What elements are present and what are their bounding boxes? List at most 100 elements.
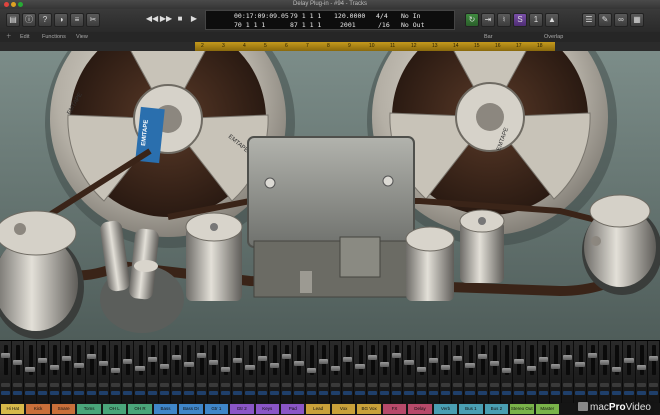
mute-solo-buttons[interactable] <box>575 383 585 387</box>
volume-fader-track[interactable] <box>162 345 167 375</box>
volume-fader-cap[interactable] <box>648 356 658 361</box>
mute-solo-buttons[interactable] <box>123 383 133 387</box>
track-name-label[interactable]: Gtr 1 <box>204 404 229 414</box>
track-name-label[interactable]: Kick <box>26 404 50 414</box>
track-name-label[interactable]: BG Vox <box>357 404 381 414</box>
mute-solo-buttons[interactable] <box>477 383 487 387</box>
volume-fader-cap[interactable] <box>441 365 451 370</box>
editors-button[interactable]: ✂ <box>86 13 100 27</box>
volume-fader-cap[interactable] <box>404 360 414 365</box>
mute-solo-buttons[interactable] <box>428 383 438 387</box>
play-button[interactable]: ▶ <box>187 12 201 26</box>
mute-solo-buttons[interactable] <box>563 383 573 387</box>
output-slot[interactable] <box>147 391 157 395</box>
volume-fader-cap[interactable] <box>98 361 108 366</box>
mute-solo-buttons[interactable] <box>159 383 170 387</box>
volume-fader-cap[interactable] <box>453 356 463 361</box>
track-name-label[interactable]: FX <box>382 404 407 414</box>
drag-menu[interactable]: Overlap <box>544 32 563 42</box>
mute-solo-buttons[interactable] <box>489 383 500 387</box>
output-slot[interactable] <box>282 391 292 395</box>
volume-fader-cap[interactable] <box>257 356 267 361</box>
output-slot[interactable] <box>13 391 23 395</box>
volume-fader-cap[interactable] <box>306 368 316 373</box>
mute-solo-buttons[interactable] <box>62 383 72 387</box>
output-slot[interactable] <box>233 391 243 395</box>
output-slot[interactable] <box>526 391 536 395</box>
mute-solo-buttons[interactable] <box>538 383 548 387</box>
mute-solo-buttons[interactable] <box>465 383 475 387</box>
output-slot[interactable] <box>74 391 84 395</box>
volume-fader-cap[interactable] <box>636 365 646 370</box>
volume-fader-cap[interactable] <box>147 357 157 362</box>
volume-fader-cap[interactable] <box>355 364 365 369</box>
volume-fader-cap[interactable] <box>575 362 585 367</box>
output-slot[interactable] <box>318 391 328 395</box>
track-name-label[interactable]: Toms <box>77 404 101 414</box>
help-button[interactable]: ? <box>38 13 52 27</box>
volume-fader-cap[interactable] <box>233 358 243 363</box>
mute-solo-buttons[interactable] <box>74 383 84 387</box>
output-slot[interactable] <box>208 391 218 395</box>
volume-fader-track[interactable] <box>187 345 192 375</box>
browsers-button[interactable]: ▦ <box>630 13 644 27</box>
volume-fader-cap[interactable] <box>599 360 610 365</box>
output-slot[interactable] <box>502 391 512 395</box>
volume-fader-cap[interactable] <box>111 368 121 373</box>
mute-solo-buttons[interactable] <box>306 383 316 387</box>
volume-fader-cap[interactable] <box>392 353 402 358</box>
volume-fader-cap[interactable] <box>1 353 11 358</box>
add-track-icon[interactable]: ＋ <box>6 32 12 42</box>
mute-solo-buttons[interactable] <box>245 383 255 387</box>
volume-fader-track[interactable] <box>77 345 82 375</box>
rewind-button[interactable]: ◀◀ <box>145 12 159 26</box>
volume-fader-cap[interactable] <box>13 360 23 365</box>
track-name-label[interactable]: Verb <box>433 404 458 414</box>
list-editors-button[interactable]: ☰ <box>582 13 596 27</box>
lcd-display[interactable]: 00:17:09:09.05 70 1 1 1 79 1 1 1 87 1 1 … <box>205 10 455 30</box>
mute-solo-buttons[interactable] <box>599 383 610 387</box>
volume-fader-track[interactable] <box>175 345 180 375</box>
output-slot[interactable] <box>159 391 170 395</box>
mute-solo-buttons[interactable] <box>135 383 145 387</box>
stop-button[interactable]: ■ <box>173 12 187 26</box>
volume-fader-cap[interactable] <box>367 355 377 360</box>
volume-fader-cap[interactable] <box>208 360 218 365</box>
output-slot[interactable] <box>294 391 304 395</box>
replace-button[interactable]: ⇥ <box>481 13 495 27</box>
volume-fader-cap[interactable] <box>184 362 194 367</box>
output-slot[interactable] <box>135 391 145 395</box>
volume-fader-cap[interactable] <box>551 364 561 369</box>
menu-functions[interactable]: Functions <box>42 32 66 42</box>
volume-fader-cap[interactable] <box>624 358 634 363</box>
volume-fader-cap[interactable] <box>86 354 96 359</box>
volume-fader-cap[interactable] <box>123 359 133 364</box>
mute-solo-buttons[interactable] <box>111 383 121 387</box>
output-slot[interactable] <box>551 391 561 395</box>
output-slot[interactable] <box>25 391 35 395</box>
mute-solo-buttons[interactable] <box>392 383 402 387</box>
track-name-label[interactable]: Bass <box>153 404 178 414</box>
track-name-label[interactable]: Gtr 2 <box>230 404 254 414</box>
volume-fader-track[interactable] <box>578 345 583 375</box>
volume-fader-track[interactable] <box>395 345 400 375</box>
mute-solo-buttons[interactable] <box>184 383 194 387</box>
volume-fader-track[interactable] <box>248 345 253 375</box>
output-slot[interactable] <box>477 391 487 395</box>
output-slot[interactable] <box>62 391 72 395</box>
smart-controls-button[interactable]: ◑ <box>54 13 68 27</box>
track-name-label[interactable]: OH L <box>102 404 127 414</box>
right-tension-roller[interactable] <box>582 194 660 295</box>
menu-edit[interactable]: Edit <box>20 32 29 42</box>
volume-fader-cap[interactable] <box>331 366 341 371</box>
volume-fader-track[interactable] <box>101 345 106 375</box>
output-slot[interactable] <box>37 391 47 395</box>
volume-fader-cap[interactable] <box>49 365 60 370</box>
volume-fader-cap[interactable] <box>612 367 622 372</box>
output-slot[interactable] <box>599 391 610 395</box>
volume-fader-cap[interactable] <box>416 367 426 372</box>
output-slot[interactable] <box>196 391 206 395</box>
guide-roller-left[interactable] <box>185 212 243 301</box>
mute-solo-buttons[interactable] <box>25 383 35 387</box>
output-slot[interactable] <box>489 391 500 395</box>
